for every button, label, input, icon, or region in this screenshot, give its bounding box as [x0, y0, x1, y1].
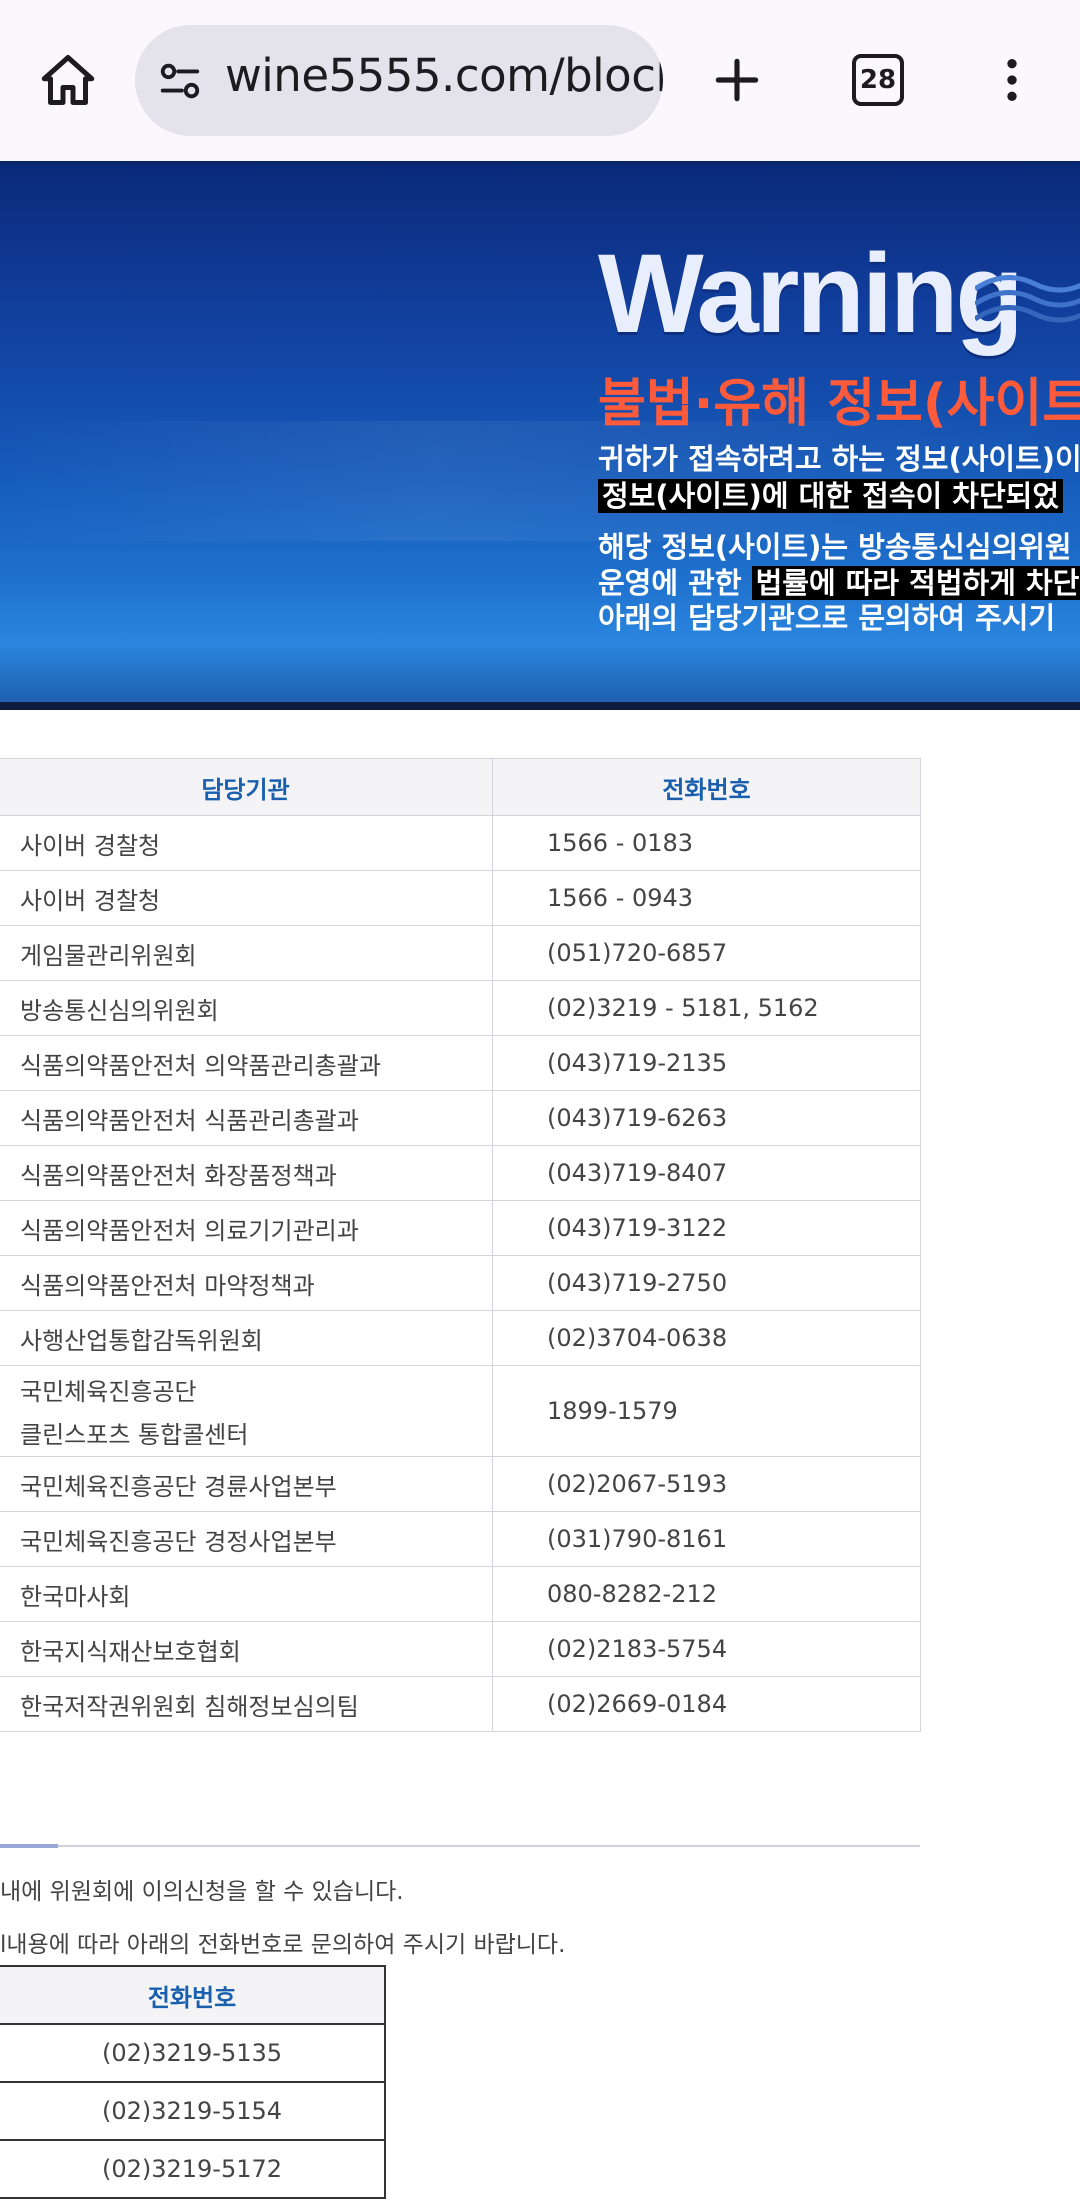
- phone-number: (02)2067-5193: [492, 1456, 921, 1512]
- table-row: 국민체육진흥공단 경륜사업본부 (02)2067-5193: [0, 1456, 921, 1512]
- home-button[interactable]: [28, 40, 108, 120]
- phone-number: (02)2183-5754: [492, 1621, 921, 1677]
- warning-line-2: 정보(사이트)에 대한 접속이 차단되었: [598, 473, 1063, 515]
- table-row: 국민체육진흥공단 경정사업본부 (031)790-8161: [0, 1511, 921, 1567]
- agency-name: 한국저작권위원회 침해정보심의팀: [0, 1676, 493, 1732]
- table-row: 방송통신심의위원회 (02)3219 - 5181, 5162: [0, 980, 921, 1036]
- table-row: (02)3219-5154: [0, 2081, 386, 2141]
- phone-number: (051)720-6857: [492, 925, 921, 981]
- table-row: 식품의약품안전처 식품관리총괄과 (043)719-6263: [0, 1090, 921, 1146]
- agency-name: 사이버 경찰청: [0, 815, 493, 871]
- table-row: 국민체육진흥공단 클린스포츠 통합콜센터 1899-1579: [0, 1365, 921, 1457]
- agency-name-line-1: 국민체육진흥공단: [20, 1378, 197, 1406]
- warning-line-5: 아래의 담당기관으로 문의하여 주시기: [598, 601, 1056, 635]
- phone-number: (043)719-8407: [492, 1145, 921, 1201]
- phone-number: 1899-1579: [492, 1365, 921, 1457]
- warning-subtitle: 불법·유해 정보(사이트: [598, 374, 1080, 434]
- warning-banner: Warning 불법·유해 정보(사이트 귀하가 접속하려고 하는 정보(사이트…: [0, 161, 1080, 710]
- phone-number: (02)3704-0638: [492, 1310, 921, 1366]
- table-row: 게임물관리위원회 (051)720-6857: [0, 925, 921, 981]
- phone-number: (043)719-2135: [492, 1035, 921, 1091]
- table-row: (02)3219-5172: [0, 2139, 386, 2199]
- agency-name: 방송통신심의위원회: [0, 980, 493, 1036]
- phone-number: 080-8282-212: [492, 1566, 921, 1622]
- agency-name: 한국마사회: [0, 1566, 493, 1622]
- warning-line-2-highlight: 정보(사이트)에 대한 접속이 차단되었: [598, 479, 1063, 513]
- agency-name: 국민체육진흥공단 경륜사업본부: [0, 1456, 493, 1512]
- tab-switcher-button[interactable]: 28: [838, 40, 918, 120]
- table-row: 식품의약품안전처 의료기기관리과 (043)719-3122: [0, 1200, 921, 1256]
- agency-name: 식품의약품안전처 식품관리총괄과: [0, 1090, 493, 1146]
- phone-number: (02)3219-5135: [0, 2023, 386, 2083]
- banner-bottom-border: [0, 702, 1080, 710]
- agency-name-line-2: 클린스포츠 통합콜센터: [20, 1421, 249, 1449]
- table-row: 식품의약품안전처 마약정책과 (043)719-2750: [0, 1255, 921, 1311]
- table-row: 사이버 경찰청 1566 - 0943: [0, 870, 921, 926]
- phone-number: (043)719-2750: [492, 1255, 921, 1311]
- phone-number: (043)719-6263: [492, 1090, 921, 1146]
- notice-line-1: 내에 위원회에 이의신청을 할 수 있습니다.: [0, 1879, 404, 1905]
- table-header-row: 전화번호: [0, 1965, 386, 2025]
- site-settings-icon[interactable]: [157, 58, 203, 104]
- agency-name: 국민체육진흥공단 경정사업본부: [0, 1511, 493, 1567]
- home-icon: [41, 55, 95, 105]
- agency-name: 식품의약품안전처 의약품관리총괄과: [0, 1035, 493, 1091]
- agency-name: 식품의약품안전처 화장품정책과: [0, 1145, 493, 1201]
- table-row: 사이버 경찰청 1566 - 0183: [0, 815, 921, 871]
- agency-name: 국민체육진흥공단 클린스포츠 통합콜센터: [0, 1365, 493, 1457]
- table-row: 식품의약품안전처 의약품관리총괄과 (043)719-2135: [0, 1035, 921, 1091]
- agency-contact-table: 담당기관 전화번호 사이버 경찰청 1566 - 0183 사이버 경찰청 1566…: [0, 758, 921, 1732]
- table-row: 식품의약품안전처 화장품정책과 (043)719-8407: [0, 1145, 921, 1201]
- warning-line-1: 귀하가 접속하려고 하는 정보(사이트)이: [598, 442, 1080, 476]
- table-header-row: 담당기관 전화번호: [0, 758, 921, 816]
- url-text[interactable]: wine5555.com/block: [225, 49, 663, 102]
- phone-number: (02)3219-5154: [0, 2081, 386, 2141]
- agency-name: 식품의약품안전처 의료기기관리과: [0, 1200, 493, 1256]
- warning-title: Warning: [598, 231, 1024, 356]
- address-bar[interactable]: wine5555.com/block: [135, 25, 663, 136]
- phone-number: (02)3219 - 5181, 5162: [492, 980, 921, 1036]
- column-header-phone: 전화번호: [0, 1965, 386, 2025]
- phone-number: (031)790-8161: [492, 1511, 921, 1567]
- browser-toolbar: wine5555.com/block 28: [0, 0, 1080, 161]
- phone-number: (02)3219-5172: [0, 2139, 386, 2199]
- phone-number: (043)719-3122: [492, 1200, 921, 1256]
- overflow-menu-button[interactable]: [972, 40, 1052, 120]
- column-header-agency: 담당기관: [0, 758, 493, 816]
- committee-phone-table: 전화번호 (02)3219-5135 (02)3219-5154 (02)321…: [0, 1965, 386, 2199]
- section-divider-accent: [0, 1844, 58, 1848]
- table-row: (02)3219-5135: [0, 2023, 386, 2083]
- more-vert-icon: [1007, 59, 1017, 101]
- phone-number: 1566 - 0183: [492, 815, 921, 871]
- table-row: 한국지식재산보호협회 (02)2183-5754: [0, 1621, 921, 1677]
- plus-icon: [715, 58, 759, 102]
- phone-number: 1566 - 0943: [492, 870, 921, 926]
- agency-name: 식품의약품안전처 마약정책과: [0, 1255, 493, 1311]
- agency-name: 사행산업통합감독위원회: [0, 1310, 493, 1366]
- table-row: 한국마사회 080-8282-212: [0, 1566, 921, 1622]
- column-header-phone: 전화번호: [492, 758, 921, 816]
- agency-name: 한국지식재산보호협회: [0, 1621, 493, 1677]
- new-tab-button[interactable]: [697, 40, 777, 120]
- notice-line-2: l내용에 따라 아래의 전화번호로 문의하여 주시기 바랍니다.: [0, 1932, 566, 1958]
- tab-count-badge: 28: [852, 54, 904, 106]
- section-divider: [0, 1845, 920, 1847]
- phone-number: (02)2669-0184: [492, 1676, 921, 1732]
- agency-name: 사이버 경찰청: [0, 870, 493, 926]
- table-row: 사행산업통합감독위원회 (02)3704-0638: [0, 1310, 921, 1366]
- agency-name: 게임물관리위원회: [0, 925, 493, 981]
- wave-decoration-icon: [975, 275, 1080, 323]
- table-row: 한국저작권위원회 침해정보심의팀 (02)2669-0184: [0, 1676, 921, 1732]
